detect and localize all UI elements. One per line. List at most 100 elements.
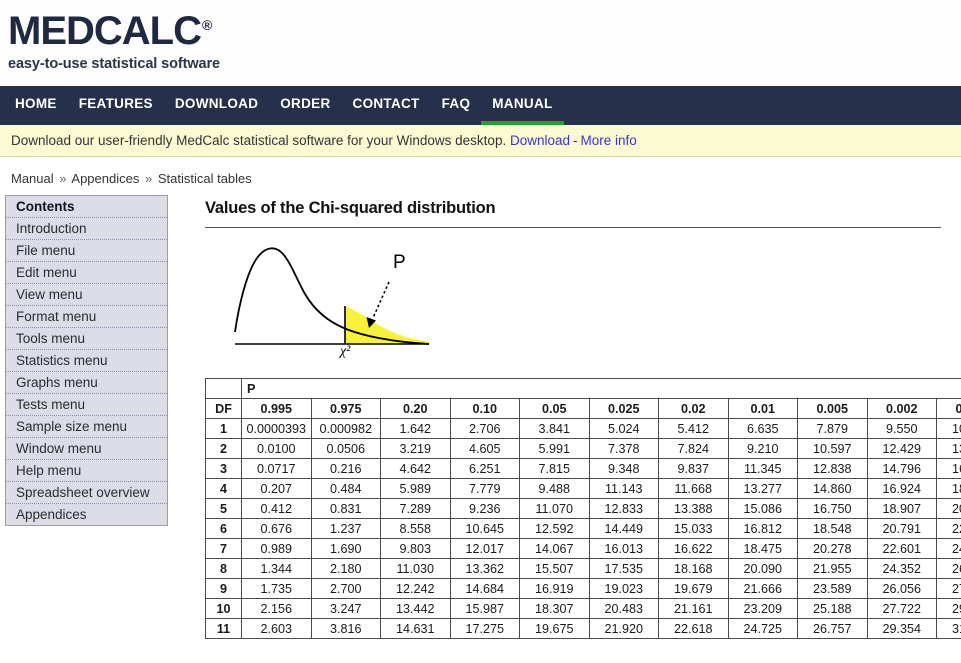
sidebar-item-introduction[interactable]: Introduction — [6, 218, 167, 240]
table-cell-value: 17.275 — [449, 618, 520, 639]
sidebar-item-edit-menu[interactable]: Edit menu — [6, 262, 167, 284]
table-row: 3 0.0717 0.216 4.642 6.251 7.815 9.348 9.837 11.… — [205, 458, 961, 479]
table-cell-value: 10.645 — [449, 518, 520, 539]
promo-text: Download our user-friendly MedCalc stati… — [11, 133, 507, 148]
table-cell-value: 15.033 — [658, 518, 729, 539]
sidebar-item-tools-menu[interactable]: Tools menu — [6, 328, 167, 350]
registered-mark-icon: ® — [201, 16, 213, 33]
table-cell-value: 8.558 — [380, 518, 451, 539]
table-cell-value: 20.278 — [797, 538, 868, 559]
sidebar-item-sample-size-menu[interactable]: Sample size menu — [6, 416, 167, 438]
table-cell-df: 1 — [205, 418, 242, 439]
sidebar-item-spreadsheet-overview[interactable]: Spreadsheet overview — [6, 482, 167, 504]
table-cell-value: 23.589 — [797, 578, 868, 599]
breadcrumb-item-statistical-tables[interactable]: Statistical tables — [158, 171, 252, 186]
promo-download-link[interactable]: Download — [510, 133, 570, 148]
nav-item-order[interactable]: ORDER — [269, 86, 341, 125]
chi-squared-distribution-figure: P χ² — [233, 244, 941, 364]
table-row: 9 1.735 2.700 12.242 14.684 16.919 19.023 19.67… — [205, 578, 961, 599]
site-logo[interactable]: MEDCALC® easy-to-use statistical softwar… — [8, 8, 961, 72]
sidebar-item-help-menu[interactable]: Help menu — [6, 460, 167, 482]
breadcrumb-item-manual[interactable]: Manual — [11, 171, 54, 186]
nav-item-home[interactable]: HOME — [4, 86, 68, 125]
table-row: 11 2.603 3.816 14.631 17.275 19.675 21.920 22.6… — [205, 618, 961, 639]
title-divider — [205, 227, 941, 228]
sidebar-item-graphs-menu[interactable]: Graphs menu — [6, 372, 167, 394]
table-group-header-spacer — [450, 378, 520, 399]
breadcrumb-item-appendices[interactable]: Appendices — [71, 171, 139, 186]
table-cell-value: 0.0717 — [241, 458, 312, 479]
table-cell-value: 23.209 — [727, 598, 798, 619]
table-cell-value: 2.180 — [310, 558, 381, 579]
p-value-tail-area — [345, 306, 429, 344]
table-cell-value: 15.987 — [449, 598, 520, 619]
table-cell-value: 0.207 — [241, 478, 312, 499]
table-cell-value: 10.597 — [797, 438, 868, 459]
table-cell-value: 20.791 — [866, 518, 937, 539]
sidebar-item-appendices[interactable]: Appendices — [6, 504, 167, 525]
sidebar-item-tests-menu[interactable]: Tests menu — [6, 394, 167, 416]
table-cell-value: 13.442 — [380, 598, 451, 619]
table-cell-value: 11.143 — [588, 478, 659, 499]
table-cell-value: 2.700 — [310, 578, 381, 599]
p-label: P — [393, 252, 406, 273]
table-group-header-p: P — [241, 378, 311, 399]
table-row: 10 2.156 3.247 13.442 15.987 18.307 20.483 21.1… — [205, 598, 961, 619]
table-group-header-spacer — [311, 378, 381, 399]
main-navigation: HOME FEATURES DOWNLOAD ORDER CONTACT FAQ… — [0, 86, 961, 125]
table-cell-value: 12.429 — [866, 438, 937, 459]
nav-item-manual[interactable]: MANUAL — [481, 86, 564, 125]
sidebar-item-format-menu[interactable]: Format menu — [6, 306, 167, 328]
sidebar-item-statistics-menu[interactable]: Statistics menu — [6, 350, 167, 372]
table-cell-value: 5.989 — [380, 478, 451, 499]
table-cell-df: 11 — [205, 618, 242, 639]
table-cell-value: 7.289 — [380, 498, 451, 519]
nav-item-download[interactable]: DOWNLOAD — [164, 86, 269, 125]
sidebar-item-window-menu[interactable]: Window menu — [6, 438, 167, 460]
sidebar-heading: Contents — [6, 196, 167, 218]
column-header-p-0025: 0.025 — [588, 398, 659, 419]
promo-banner: Download our user-friendly MedCalc stati… — [0, 125, 961, 157]
column-header-p-002: 0.02 — [658, 398, 729, 419]
table-cell-value: 16.919 — [519, 578, 590, 599]
table-cell-value: 16.924 — [866, 478, 937, 499]
table-cell-value: 10.828 — [936, 418, 961, 439]
table-cell-value: 26.056 — [866, 578, 937, 599]
table-cell-value: 2.603 — [241, 618, 312, 639]
table-cell-df: 6 — [205, 518, 242, 539]
column-header-p-020: 0.20 — [380, 398, 451, 419]
sidebar-item-file-menu[interactable]: File menu — [6, 240, 167, 262]
table-cell-value: 9.236 — [449, 498, 520, 519]
table-cell-value: 19.023 — [588, 578, 659, 599]
nav-item-contact[interactable]: CONTACT — [342, 86, 431, 125]
table-cell-value: 1.344 — [241, 558, 312, 579]
table-cell-value: 29.354 — [866, 618, 937, 639]
nav-item-faq[interactable]: FAQ — [431, 86, 482, 125]
table-cell-value: 0.000982 — [310, 418, 381, 439]
table-cell-df: 3 — [205, 458, 242, 479]
column-header-p-0005: 0.005 — [797, 398, 868, 419]
table-cell-value: 5.991 — [519, 438, 590, 459]
table-cell-value: 9.348 — [588, 458, 659, 479]
table-cell-value: 21.666 — [727, 578, 798, 599]
table-cell-value: 17.535 — [588, 558, 659, 579]
table-cell-value: 22.618 — [658, 618, 729, 639]
promo-more-info-link[interactable]: More info — [581, 133, 637, 148]
main-content: Values of the Chi-squared distribution P… — [168, 191, 961, 639]
table-cell-value: 25.188 — [797, 598, 868, 619]
table-column-header-row: DF 0.995 0.975 0.20 0.10 0.05 0.025 0.02… — [205, 398, 961, 419]
table-row: 1 0.0000393 0.000982 1.642 2.706 3.841 5.024 5.… — [205, 418, 961, 439]
content-area: Contents Introduction File menu Edit men… — [0, 191, 961, 639]
table-cell-value: 18.548 — [797, 518, 868, 539]
table-cell-value: 21.161 — [658, 598, 729, 619]
table-cell-value: 19.679 — [658, 578, 729, 599]
table-cell-value: 11.345 — [727, 458, 798, 479]
table-cell-value: 3.816 — [310, 618, 381, 639]
table-cell-value: 21.920 — [588, 618, 659, 639]
contents-sidebar: Contents Introduction File menu Edit men… — [5, 195, 168, 526]
table-cell-value: 14.067 — [519, 538, 590, 559]
table-cell-value: 3.841 — [519, 418, 590, 439]
nav-item-features[interactable]: FEATURES — [68, 86, 164, 125]
table-cell-value: 16.812 — [727, 518, 798, 539]
sidebar-item-view-menu[interactable]: View menu — [6, 284, 167, 306]
